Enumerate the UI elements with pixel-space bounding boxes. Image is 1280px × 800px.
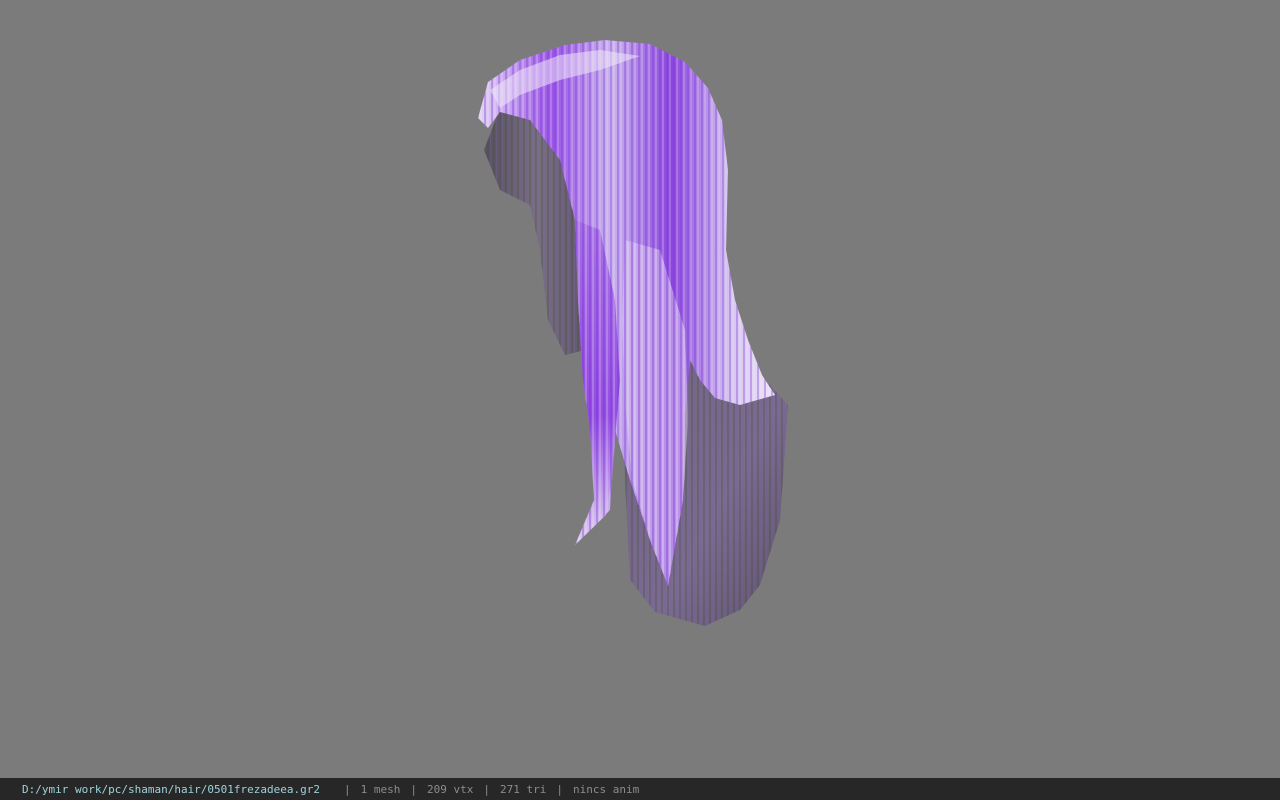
separator: | — [556, 782, 563, 796]
separator: | — [410, 782, 418, 796]
animation-status: nincs anim — [572, 782, 640, 796]
file-path: D:/ymir work/pc/shaman/hair/0501frezadee… — [22, 782, 321, 796]
status-bar: D:/ymir work/pc/shaman/hair/0501frezadee… — [0, 778, 1280, 800]
separator: | — [344, 782, 351, 796]
mesh-count: 1 mesh — [360, 782, 401, 796]
3d-viewport[interactable] — [0, 0, 1280, 778]
hair-model-render — [478, 40, 788, 626]
vertex-count: 209 vtx — [427, 782, 474, 796]
triangle-count: 271 tri — [500, 782, 547, 796]
separator: | — [483, 782, 490, 796]
